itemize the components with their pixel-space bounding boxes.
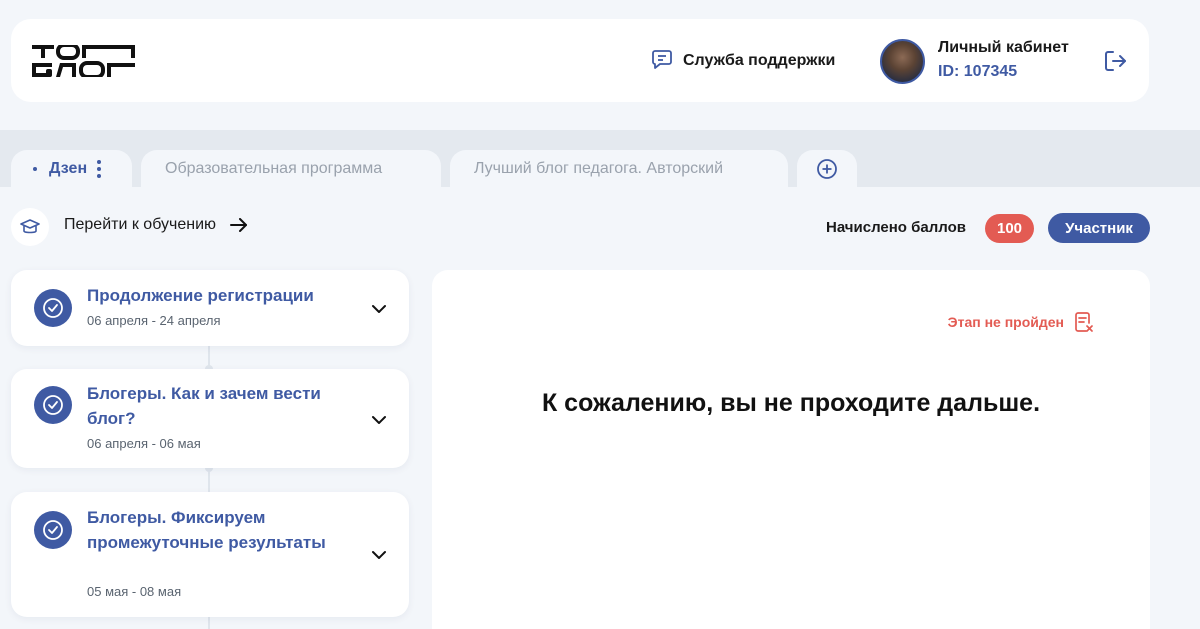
stage-status-label: Этап не пройден	[947, 314, 1064, 330]
support-label: Служба поддержки	[683, 52, 836, 69]
arrow-right-icon	[230, 218, 248, 232]
graduation-cap-icon	[11, 208, 49, 246]
stage-dates: 06 апреля - 24 апреля	[87, 313, 221, 328]
learning-label: Перейти к обучению	[64, 216, 217, 233]
points-label: Начислено баллов	[826, 219, 966, 236]
logo-image	[32, 43, 135, 79]
stage-card[interactable]: Продолжение регистрации 06 апреля - 24 а…	[11, 270, 409, 346]
stage-card[interactable]: Блогеры. Как и зачем вести блог? 06 апре…	[11, 369, 409, 468]
timeline-connector	[208, 617, 210, 629]
check-circle-icon	[34, 511, 72, 549]
check-circle-icon	[34, 386, 72, 424]
tab-best-teacher-blog[interactable]: Лучший блог педагога. Авторский	[450, 150, 788, 187]
logo[interactable]	[32, 43, 135, 79]
chevron-down-icon	[372, 305, 386, 313]
stage-result-panel: Этап не пройден К сожалению, вы не прохо…	[432, 270, 1150, 629]
stage-dates: 05 мая - 08 мая	[87, 584, 182, 599]
stage-card[interactable]: Блогеры. Фиксируем промежуточные результ…	[11, 492, 409, 617]
stage-title: Блогеры. Фиксируем промежуточные результ…	[87, 508, 326, 552]
plus-circle-icon	[817, 158, 837, 179]
document-x-icon	[1075, 312, 1093, 332]
tab-education-program[interactable]: Образовательная программа	[141, 150, 441, 187]
stage-status: Этап не пройден	[948, 311, 1094, 333]
check-circle-icon	[34, 289, 72, 327]
stage-dates: 06 апреля - 06 мая	[87, 436, 201, 451]
tab-label: Образовательная программа	[165, 159, 383, 177]
cabinet-title[interactable]: Личный кабинет	[938, 39, 1069, 57]
chat-icon	[651, 48, 673, 75]
tab-dzen[interactable]: Дзен	[11, 150, 132, 187]
chevron-down-icon	[372, 551, 386, 559]
go-to-learning-link[interactable]: Перейти к обучению	[64, 216, 248, 234]
chevron-down-icon	[372, 416, 386, 424]
logout-icon	[1105, 51, 1126, 71]
cabinet-id: ID: 107345	[938, 63, 1018, 80]
active-dot	[33, 166, 37, 171]
stage-title: Продолжение регистрации	[87, 286, 314, 305]
stage-title: Блогеры. Как и зачем вести блог?	[87, 384, 321, 428]
avatar[interactable]	[880, 39, 925, 84]
support-link[interactable]: Служба поддержки	[651, 49, 835, 73]
points-badge: 100	[985, 214, 1034, 243]
kebab-menu-icon[interactable]	[97, 159, 102, 178]
logout-button[interactable]	[1104, 50, 1128, 72]
result-message: К сожалению, вы не проходите дальше.	[541, 389, 1041, 417]
top-header: Служба поддержки Личный кабинет ID: 1073…	[11, 19, 1149, 102]
tab-label: Лучший блог педагога. Авторский	[474, 159, 724, 177]
role-badge: Участник	[1048, 213, 1150, 243]
add-tab-button[interactable]	[797, 150, 857, 187]
tab-label: Дзен	[49, 159, 88, 177]
